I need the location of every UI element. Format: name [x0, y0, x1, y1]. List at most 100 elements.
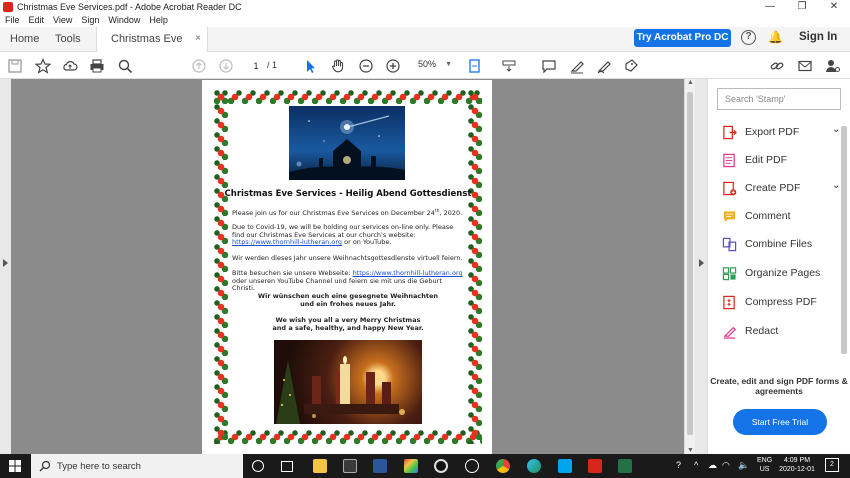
volume-icon[interactable]: 🔈: [738, 460, 749, 471]
try-acrobat-pro-button[interactable]: Try Acrobat Pro DC: [634, 29, 731, 47]
left-panel-toggle[interactable]: [0, 79, 11, 454]
tool-compress-pdf[interactable]: Compress PDF: [722, 293, 817, 311]
start-free-trial-button[interactable]: Start Free Trial: [733, 409, 827, 435]
scroll-down-icon[interactable]: ▼: [687, 447, 694, 454]
tool-label: Compress PDF: [745, 296, 817, 308]
greeting-english: We wish you all a very Merry Christmas a…: [232, 316, 464, 332]
next-page-icon[interactable]: [217, 57, 235, 75]
maximize-button[interactable]: ❐: [786, 0, 818, 14]
windows-taskbar: Type here to search ? ^ ☁ ◠ 🔈 ENG US 4:0…: [0, 454, 850, 478]
close-button[interactable]: ✕: [818, 0, 850, 14]
chevron-down-icon[interactable]: ⌄: [832, 124, 840, 135]
tool-create-pdf[interactable]: Create PDF ⌄: [722, 179, 840, 197]
cortana-icon[interactable]: [252, 460, 264, 472]
help-icon[interactable]: ?: [741, 30, 756, 45]
poinsettia-border-bottom: [214, 430, 482, 444]
tool-edit-pdf[interactable]: Edit PDF: [722, 151, 787, 169]
network-icon[interactable]: ☁: [708, 460, 717, 471]
skype-icon[interactable]: [558, 459, 572, 473]
tool-redact[interactable]: Redact: [722, 322, 778, 340]
store-icon[interactable]: [343, 459, 357, 473]
link-icon[interactable]: [768, 57, 786, 75]
menu-view[interactable]: View: [53, 14, 72, 26]
comment-icon[interactable]: [540, 57, 558, 75]
tools-search-input[interactable]: Search 'Stamp': [717, 88, 841, 110]
scrollbar-thumb[interactable]: [687, 92, 693, 435]
save-icon[interactable]: [6, 57, 24, 75]
menu-sign[interactable]: Sign: [81, 14, 99, 26]
highlight-pen-icon[interactable]: [568, 57, 586, 75]
star-icon[interactable]: [34, 57, 52, 75]
edge-icon[interactable]: [527, 459, 541, 473]
windows-start-icon[interactable]: [0, 454, 30, 478]
create-pdf-icon: [723, 181, 737, 195]
taskbar-search[interactable]: Type here to search: [31, 454, 243, 478]
clock[interactable]: 4:09 PM 2020-12-01: [777, 456, 817, 474]
media-app-icon[interactable]: [434, 459, 448, 473]
search-icon[interactable]: [116, 57, 134, 75]
tool-comment[interactable]: Comment: [722, 207, 791, 225]
menu-window[interactable]: Window: [108, 14, 140, 26]
bell-icon[interactable]: 🔔: [768, 30, 783, 44]
vertical-scrollbar[interactable]: ▲ ▼: [684, 79, 695, 454]
hand-tool-icon[interactable]: [329, 57, 347, 75]
fill-sign-icon[interactable]: [622, 57, 640, 75]
hp-icon[interactable]: [465, 459, 479, 473]
help-tray-icon[interactable]: ?: [676, 460, 681, 470]
paragraph-covid-text: Due to Covid-19, we will be holding our …: [232, 223, 454, 239]
fit-page-icon[interactable]: [466, 57, 484, 75]
church-website-link[interactable]: https://www.thornhill-lutheran.org: [232, 238, 342, 246]
tab-close-icon[interactable]: ×: [195, 27, 201, 51]
mail-icon[interactable]: [796, 57, 814, 75]
tool-organize-pages[interactable]: Organize Pages: [722, 264, 820, 282]
file-explorer-icon[interactable]: [313, 459, 327, 473]
tool-label: Edit PDF: [745, 154, 788, 166]
poinsettia-border-left: [214, 90, 228, 444]
previous-page-icon[interactable]: [190, 57, 208, 75]
print-icon[interactable]: [88, 57, 106, 75]
combine-files-icon: [722, 237, 737, 251]
minimize-button[interactable]: —: [754, 0, 786, 14]
right-panel-toggle[interactable]: [695, 79, 707, 454]
sign-in-link[interactable]: Sign In: [799, 31, 837, 43]
comment-tool-icon: [723, 210, 736, 222]
task-view-icon[interactable]: [281, 461, 293, 472]
zoom-select[interactable]: 50% ▼: [408, 57, 456, 72]
menu-help[interactable]: Help: [149, 14, 168, 26]
cloud-upload-icon[interactable]: [61, 57, 79, 75]
wifi-icon[interactable]: ◠: [722, 460, 730, 471]
chevron-down-icon[interactable]: ⌄: [832, 180, 840, 191]
page-number-input[interactable]: 1: [247, 58, 265, 72]
tool-label: Combine Files: [745, 238, 813, 250]
chrome-icon[interactable]: [496, 459, 510, 473]
nativity-image: [289, 106, 405, 180]
select-cursor-icon[interactable]: [301, 57, 319, 75]
menu-edit[interactable]: Edit: [29, 14, 45, 26]
user-settings-icon[interactable]: [824, 57, 842, 75]
tool-combine-files[interactable]: Combine Files: [722, 235, 812, 253]
scroll-up-icon[interactable]: ▲: [687, 79, 694, 86]
tools-panel-scrollbar[interactable]: [841, 126, 847, 354]
tab-document[interactable]: Christmas Eve Servi... ×: [96, 27, 208, 69]
greeting-german-line-2: und ein frohes neues Jahr.: [300, 299, 396, 308]
expand-right-icon: [3, 259, 8, 267]
menu-file[interactable]: File: [5, 14, 20, 26]
word-icon[interactable]: [373, 459, 387, 473]
language-code: ENG: [757, 457, 773, 464]
tab-home[interactable]: Home: [10, 27, 39, 52]
tool-label: Comment: [745, 210, 791, 222]
notification-icon[interactable]: 2: [825, 458, 839, 472]
excel-icon[interactable]: [618, 459, 632, 473]
tool-export-pdf[interactable]: Export PDF ⌄: [722, 123, 840, 141]
draw-sign-icon[interactable]: [595, 57, 613, 75]
language-indicator[interactable]: ENG US: [757, 456, 772, 474]
acrobat-taskbar-icon[interactable]: [588, 459, 602, 473]
expand-right-icon: [699, 259, 704, 267]
scroll-mode-icon[interactable]: [500, 57, 518, 75]
chevron-up-icon[interactable]: ^: [694, 460, 698, 470]
paint-icon[interactable]: [404, 459, 418, 473]
acrobat-app-icon: [3, 2, 13, 12]
zoom-out-icon[interactable]: [357, 57, 375, 75]
zoom-in-icon[interactable]: [384, 57, 402, 75]
tab-tools[interactable]: Tools: [55, 27, 81, 52]
